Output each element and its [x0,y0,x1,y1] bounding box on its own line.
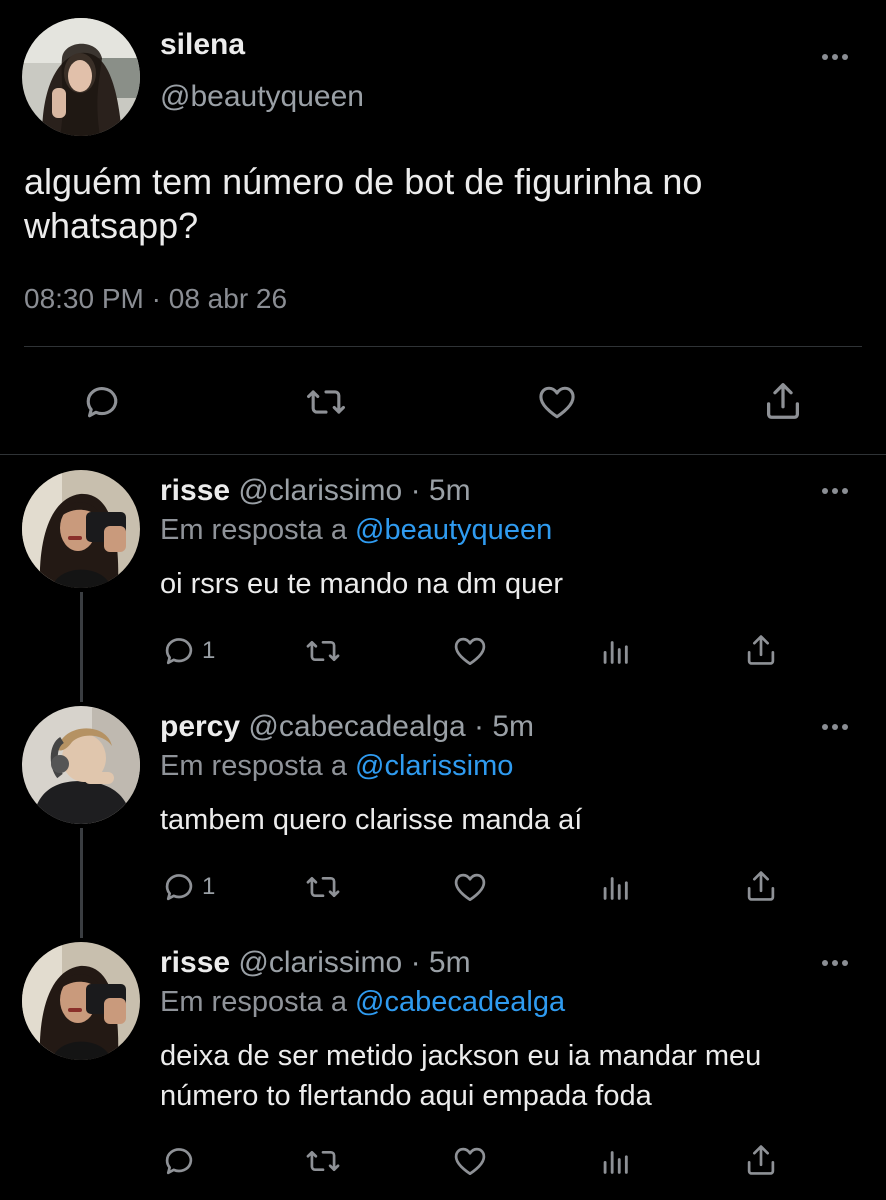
retweet-button[interactable] [302,868,344,906]
analytics-icon [603,641,628,664]
reply-button[interactable] [80,380,124,424]
avatar-percy[interactable] [22,706,140,824]
avatar-risse[interactable] [22,942,140,1060]
avatar-risse[interactable] [22,470,140,588]
retweet-icon [306,1150,340,1172]
reply-author-handle[interactable]: @clarissimo [238,474,402,507]
author-handle[interactable]: @beautyqueen [160,80,364,114]
share-icon [747,871,775,901]
reply-context: Em resposta a @cabecadealga [160,986,565,1019]
more-options-icon[interactable] [822,488,848,494]
analytics-button[interactable] [598,1144,632,1178]
meta-separator: · [474,710,485,743]
reply-count: 1 [202,637,216,664]
reply-context: Em resposta a @beautyqueen [160,514,552,547]
share-button[interactable] [742,1140,780,1180]
reply-author-name[interactable]: percy [160,710,240,743]
reply-prefix: Em resposta a [160,514,347,546]
reply-icon [86,387,118,418]
reply-text: deixa de ser metido jackson eu ia mandar… [160,1040,762,1112]
retweet-icon [306,640,340,662]
reply-header: risse @clarissimo · 5m [160,946,471,980]
tweet-text: alguém tem número de bot de figurinha no… [24,161,703,246]
reply-count: 1 [202,873,216,900]
tweet-date: 08 abr 26 [168,283,288,314]
mention-link[interactable]: @clarissimo [355,750,513,782]
share-button[interactable] [742,866,780,906]
share-icon [747,1145,775,1175]
retweet-button[interactable] [303,380,349,424]
reply-text: tambem quero clarisse manda aí [160,804,583,836]
retweet-icon [306,876,340,898]
reply-time: 5m [428,946,471,979]
reply-time: 5m [428,474,471,507]
reply-author-name[interactable]: risse [160,474,230,507]
like-icon [539,386,575,419]
meta-separator: · [151,283,161,314]
mention-link[interactable]: @beautyqueen [355,514,552,546]
reply-context: Em resposta a @clarissimo [160,750,513,783]
like-icon [454,873,486,902]
reply-header: risse @clarissimo · 5m [160,474,471,508]
reply-icon [165,1148,193,1175]
retweet-button[interactable] [302,1142,344,1180]
more-options-icon[interactable] [822,54,848,60]
divider [24,346,862,347]
like-button[interactable] [450,632,490,670]
analytics-button[interactable] [598,634,632,668]
like-icon [454,1147,486,1176]
tweet-timestamp: 08:30 PM · 08 abr 26 [24,283,287,315]
tweet-time: 08:30 PM [24,283,144,314]
more-options-icon[interactable] [822,724,848,730]
analytics-icon [603,877,628,900]
like-button[interactable] [450,1142,490,1180]
reply-prefix: Em resposta a [160,986,347,1018]
share-button[interactable] [760,378,806,424]
reply-button[interactable] [160,1142,202,1180]
like-icon [454,637,486,666]
reply-header: percy @cabecadealga · 5m [160,710,534,744]
divider [0,454,886,455]
meta-separator: · [410,946,421,979]
thread-line [80,828,83,938]
reply-button[interactable]: 1 [160,632,215,670]
like-button[interactable] [534,380,580,424]
mention-link[interactable]: @cabecadealga [355,986,565,1018]
reply-button[interactable]: 1 [160,868,215,906]
share-button[interactable] [742,630,780,670]
analytics-icon [603,1151,628,1174]
retweet-button[interactable] [302,632,344,670]
reply-icon [165,638,193,665]
reply-time: 5m [492,710,535,743]
more-options-icon[interactable] [822,960,848,966]
reply-prefix: Em resposta a [160,750,347,782]
avatar-silena[interactable] [22,18,140,136]
share-icon [766,383,800,419]
author-name[interactable]: silena [160,28,245,62]
reply-icon [165,874,193,901]
meta-separator: · [410,474,421,507]
retweet-icon [307,390,345,414]
thread-line [80,592,83,702]
reply-author-handle[interactable]: @cabecadealga [248,710,465,743]
reply-author-name[interactable]: risse [160,946,230,979]
share-icon [747,635,775,665]
like-button[interactable] [450,868,490,906]
reply-author-handle[interactable]: @clarissimo [238,946,402,979]
reply-text: oi rsrs eu te mando na dm quer [160,568,563,600]
analytics-button[interactable] [598,870,632,904]
